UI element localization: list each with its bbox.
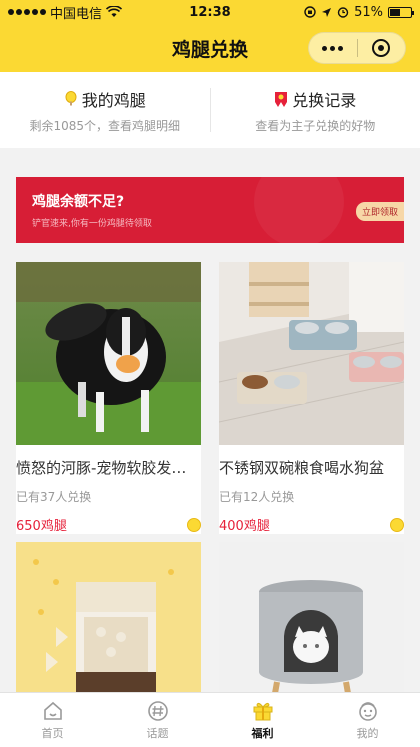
- tab-home-label: 首页: [41, 726, 64, 740]
- product-name: 不锈钢双碗粮食喝水狗盆: [219, 459, 385, 477]
- home-icon: [43, 701, 62, 720]
- tab-topic[interactable]: 话题: [105, 693, 210, 747]
- product-card[interactable]: [16, 542, 201, 692]
- tab-topic-label: 话题: [146, 726, 169, 740]
- battery-fill: [390, 8, 401, 16]
- drumstick-icon: [65, 90, 77, 105]
- my-drumsticks-title-row: 我的鸡腿: [64, 87, 146, 111]
- exchange-record-entry[interactable]: 兑换记录 查看为主子兑换的好物: [211, 87, 420, 134]
- price-row: 400鸡腿: [219, 515, 404, 534]
- status-right: 51%: [304, 4, 414, 20]
- product-card[interactable]: [219, 542, 404, 692]
- carrier-label: 中国电信: [50, 6, 103, 22]
- banner-text: 鸡腿余额不足? 铲官速来,你有一份鸡腿待领取: [32, 191, 152, 229]
- product-price: 650鸡腿: [16, 519, 67, 534]
- product-image-bowls: [219, 262, 404, 445]
- page-title: 鸡腿兑换: [171, 38, 248, 61]
- ribbon-icon: [275, 91, 288, 107]
- target-icon: [372, 39, 391, 57]
- promo-banner[interactable]: 鸡腿余额不足? 铲官速来,你有一份鸡腿待领取 立即领取: [16, 177, 404, 243]
- tab-bar: 首页 话题 福利 我的: [0, 692, 420, 747]
- exchange-record-title-row: 兑换记录: [274, 87, 356, 111]
- gift-icon: [253, 702, 272, 720]
- price-row: 650鸡腿: [16, 515, 201, 534]
- claim-now-button[interactable]: 立即领取: [355, 202, 404, 221]
- banner-title: 鸡腿余额不足?: [32, 194, 125, 210]
- location-icon: [322, 7, 332, 17]
- product-image-cat-stool: [219, 542, 404, 692]
- battery-icon: [388, 6, 414, 18]
- banner-subtitle: 铲官速来,你有一份鸡腿待领取: [32, 219, 152, 229]
- miniprogram-capsule: [308, 32, 406, 64]
- topic-hash-icon: [147, 700, 168, 721]
- alarm-icon: [337, 7, 349, 18]
- tab-mine[interactable]: 我的: [315, 693, 420, 747]
- battery-percent: 51%: [354, 4, 383, 20]
- signal-icon: [8, 9, 46, 15]
- nav-bar: 鸡腿兑换: [0, 24, 420, 72]
- my-drumsticks-entry[interactable]: 我的鸡腿 剩余1085个，查看鸡腿明细: [0, 87, 210, 134]
- exchange-record-title: 兑换记录: [292, 90, 357, 110]
- status-left: 中国电信: [8, 3, 123, 22]
- product-image-dog: [16, 262, 201, 445]
- product-name: 愤怒的河豚-宠物软胶发声玩具: [16, 459, 201, 477]
- product-card[interactable]: 愤怒的河豚-宠物软胶发声玩具 已有37人兑换 650鸡腿: [16, 262, 201, 534]
- quick-panel: 我的鸡腿 剩余1085个，查看鸡腿明细 兑换记录 查看为主子兑换的好物: [0, 72, 420, 148]
- tab-welfare-label: 福利: [251, 726, 274, 740]
- orientation-lock-icon: [304, 6, 316, 18]
- exchange-record-subtitle: 查看为主子兑换的好物: [255, 118, 376, 133]
- tab-mine-label: 我的: [356, 726, 379, 740]
- tab-welfare[interactable]: 福利: [210, 693, 315, 747]
- tab-home[interactable]: 首页: [0, 693, 105, 747]
- product-price: 400鸡腿: [219, 519, 270, 534]
- product-sold-count: 已有12人兑换: [219, 490, 295, 504]
- my-drumsticks-subtitle: 剩余1085个，查看鸡腿明细: [29, 118, 181, 133]
- coin-icon: [187, 517, 201, 532]
- more-icon[interactable]: [309, 45, 357, 51]
- product-card[interactable]: 不锈钢双碗粮食喝水狗盆 已有12人兑换 400鸡腿: [219, 262, 404, 534]
- my-drumsticks-title: 我的鸡腿: [81, 90, 146, 110]
- face-icon: [358, 701, 377, 721]
- coin-icon: [390, 517, 404, 532]
- wifi-icon: [106, 6, 123, 17]
- product-sold-count: 已有37人兑换: [16, 490, 92, 504]
- status-bar: 中国电信 12:38 51%: [0, 0, 420, 24]
- close-miniprogram-button[interactable]: [358, 39, 406, 57]
- product-image-treats: [16, 542, 201, 692]
